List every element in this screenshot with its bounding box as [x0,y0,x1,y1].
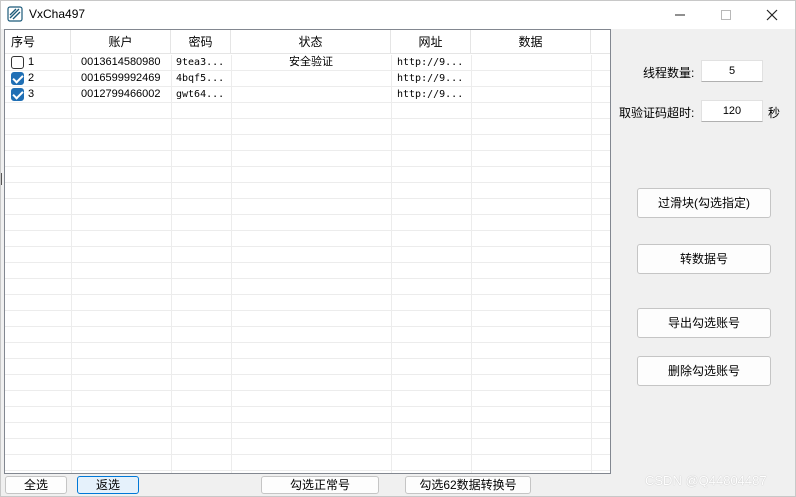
column-header-index[interactable]: 序号 [5,30,71,54]
grid-line [5,214,610,215]
grid-line [5,134,610,135]
grid-line [5,358,610,359]
row-status [231,87,391,103]
threads-label: 线程数量: [643,66,695,80]
threads-input[interactable]: 5 [701,60,763,82]
grid-line [5,390,610,391]
minimize-icon [675,14,685,16]
watermark: CSDN @Q44804487 [645,473,767,488]
grid-line [5,310,610,311]
export-selected-button[interactable]: 导出勾选账号 [637,308,771,338]
grid-line [5,470,610,471]
row-checkbox[interactable] [11,88,24,101]
grid-line [5,262,610,263]
grid-line [5,294,610,295]
maximize-icon [721,10,731,20]
invert-selection-button[interactable]: 返选 [77,476,139,494]
timeout-label: 取验证码超时: [619,106,695,120]
grid-line [5,326,610,327]
row-account: 0013614580980 [81,56,161,68]
window-title: VxCha497 [29,7,86,21]
row-index: 1 [28,56,35,68]
column-header-password[interactable]: 密码 [171,30,231,54]
row-index: 3 [28,88,35,100]
row-url: http://9... [397,57,464,68]
grid-line [5,70,610,71]
grid-line [5,166,610,167]
grid-line [5,230,610,231]
minimize-button[interactable] [657,1,703,29]
row-checkbox[interactable] [11,72,24,85]
grid-line [5,342,610,343]
grid-line [5,278,610,279]
grid-line [171,55,172,473]
table-row[interactable]: 3 0012799466002 gwt64... http://9... [5,87,610,103]
row-password: 9tea3... [176,57,225,68]
account-table[interactable]: 序号 账户 密码 状态 网址 数据 1 0013614580980 9tea3.… [4,29,611,474]
row-checkbox[interactable] [11,56,24,69]
close-icon [766,9,778,21]
column-header-account[interactable]: 账户 [71,30,171,54]
row-status: 安全验证 [289,56,333,68]
grid-line [471,55,472,473]
column-header-filler [591,30,610,54]
grid-line [5,150,610,151]
maximize-button[interactable] [703,1,749,29]
row-account: 0016599992469 [81,72,161,84]
table-row[interactable]: 2 0016599992469 4bqf5... http://9... [5,71,610,87]
column-header-data[interactable]: 数据 [471,30,591,54]
main-window: VxCha497 序号 账户 密码 状态 网址 数据 1 00136145809… [0,0,796,497]
convert-data-button[interactable]: 转数据号 [637,244,771,274]
column-header-status[interactable]: 状态 [231,30,391,54]
grid-line [5,438,610,439]
grid-line [5,374,610,375]
timeout-input[interactable]: 120 [701,100,763,122]
select-normal-button[interactable]: 勾选正常号 [261,476,379,494]
select-convert-button[interactable]: 勾选62数据转换号 [405,476,531,494]
grid-line [5,454,610,455]
grid-line [5,246,610,247]
row-url: http://9... [397,73,464,84]
close-button[interactable] [749,1,795,29]
delete-selected-button[interactable]: 删除勾选账号 [637,356,771,386]
grid-line [391,55,392,473]
grid-line [5,422,610,423]
table-row[interactable]: 1 0013614580980 9tea3... 安全验证 http://9..… [5,55,610,71]
window-edge-mark [1,173,2,185]
app-icon [7,6,23,22]
grid-line [5,86,610,87]
grid-line [71,55,72,473]
grid-line [5,198,610,199]
grid-line [591,55,592,473]
title-bar: VxCha497 [1,1,795,29]
table-header: 序号 账户 密码 状态 网址 数据 [5,30,610,54]
row-password: gwt64... [176,89,225,100]
row-account: 0012799466002 [81,88,161,100]
grid-line [5,118,610,119]
row-url: http://9... [397,89,464,100]
row-index: 2 [28,72,35,84]
grid-line [5,406,610,407]
slider-verify-button[interactable]: 过滑块(勾选指定) [637,188,771,218]
row-password: 4bqf5... [176,73,225,84]
timeout-unit: 秒 [768,106,781,120]
row-status [231,71,391,87]
grid-line [5,102,610,103]
grid-line [231,55,232,473]
table-body: 1 0013614580980 9tea3... 安全验证 http://9..… [5,55,610,473]
select-all-button[interactable]: 全选 [5,476,67,494]
column-header-url[interactable]: 网址 [391,30,471,54]
grid-line [5,182,610,183]
